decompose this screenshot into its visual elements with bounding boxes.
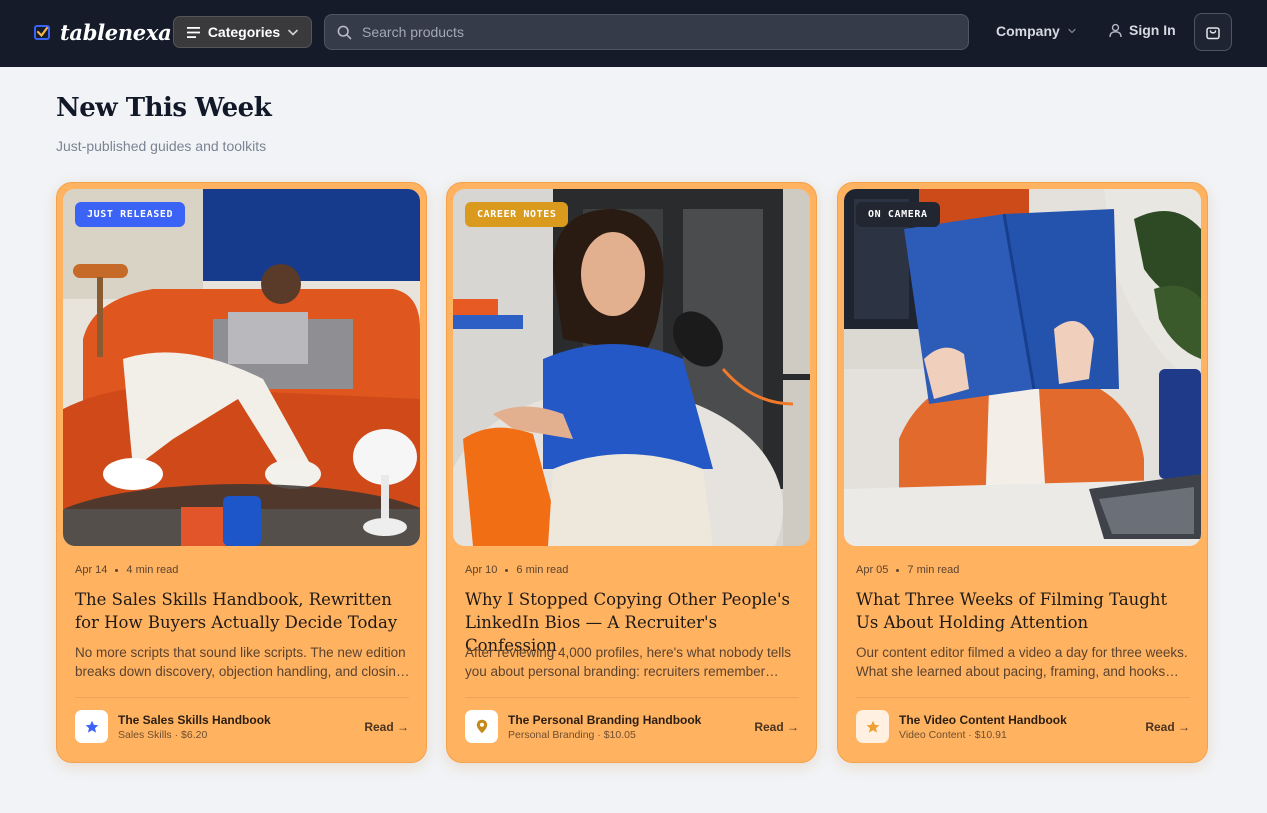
star-icon: [866, 720, 879, 733]
product-name[interactable]: The Personal Branding Handbook: [508, 713, 701, 727]
article-date: Apr 10: [465, 564, 498, 576]
menu-icon: [186, 26, 200, 38]
categories-label: Categories: [207, 24, 281, 40]
article-read-time: 4 min read: [126, 564, 179, 576]
article-excerpt: No more scripts that sound like scripts.…: [75, 643, 411, 681]
article-photo: ON CAMERA: [844, 189, 1201, 546]
article-card[interactable]: JUST RELEASED Apr 14 4 min read The Sale…: [56, 182, 427, 763]
article-excerpt: After reviewing 4,000 profiles, here's w…: [465, 643, 801, 681]
star-icon: [85, 720, 98, 733]
linked-product: The Video Content Handbook Video Content…: [856, 710, 1190, 743]
search-bar[interactable]: [324, 14, 969, 50]
map-pin-icon: [476, 719, 487, 734]
article-photo: JUST RELEASED: [63, 189, 420, 546]
read-link[interactable]: Read →: [364, 720, 409, 734]
article-read-time: 7 min read: [907, 564, 960, 576]
article-title[interactable]: What Three Weeks of Filming Taught Us Ab…: [856, 588, 1192, 634]
read-link[interactable]: Read →: [1145, 720, 1190, 734]
meta-separator: [505, 568, 509, 572]
article-image: [453, 189, 810, 546]
article-date: Apr 05: [856, 564, 889, 576]
categories-button[interactable]: Categories: [173, 16, 312, 48]
product-info: The Personal Branding Handbook Personal …: [508, 713, 701, 741]
article-meta: Apr 05 7 min read: [856, 564, 959, 576]
article-meta: Apr 10 6 min read: [465, 564, 568, 576]
article-image: [844, 189, 1201, 546]
article-photo: CAREER NOTES: [453, 189, 810, 546]
meta-separator: [115, 568, 119, 572]
chevron-down-icon: [1068, 28, 1076, 34]
brand-logo[interactable]: tablenexa: [34, 20, 172, 45]
article-image: [63, 189, 420, 546]
product-category-price: Personal Branding · $10.05: [508, 728, 636, 741]
sign-in-button[interactable]: Sign In: [1108, 22, 1176, 38]
product-info: The Video Content Handbook Video Content…: [899, 713, 1067, 741]
product-thumbnail[interactable]: [75, 710, 108, 743]
user-icon: [1109, 23, 1122, 37]
company-menu[interactable]: Company: [996, 23, 1076, 39]
article-title[interactable]: The Sales Skills Handbook, Rewritten for…: [75, 588, 411, 634]
meta-separator: [896, 568, 900, 572]
top-navigation-bar: tablenexa Categories Company Sign In: [0, 0, 1267, 67]
brand-name: tablenexa: [60, 20, 172, 45]
card-divider: [856, 697, 1190, 698]
article-excerpt-text: After reviewing 4,000 profiles, here's w…: [465, 645, 792, 679]
card-divider: [75, 697, 409, 698]
article-date: Apr 14: [75, 564, 108, 576]
section-title: New This Week: [56, 93, 272, 123]
card-divider: [465, 697, 799, 698]
article-excerpt-text: Our content editor filmed a video a day …: [856, 645, 1188, 679]
chevron-down-icon: [288, 29, 298, 36]
checkbox-logo-icon: [34, 24, 50, 40]
shopping-bag-icon: [1206, 27, 1220, 40]
section-subtitle: Just-published guides and toolkits: [56, 138, 267, 154]
product-name[interactable]: The Video Content Handbook: [899, 713, 1067, 727]
product-thumbnail[interactable]: [856, 710, 889, 743]
product-thumbnail[interactable]: [465, 710, 498, 743]
product-info: The Sales Skills Handbook Sales Skills ·…: [118, 713, 271, 741]
linked-product: The Sales Skills Handbook Sales Skills ·…: [75, 710, 409, 743]
article-meta: Apr 14 4 min read: [75, 564, 178, 576]
product-name[interactable]: The Sales Skills Handbook: [118, 713, 271, 727]
article-card[interactable]: ON CAMERA Apr 05 7 min read What Three W…: [837, 182, 1208, 763]
category-badge: ON CAMERA: [856, 202, 940, 227]
article-excerpt-text: No more scripts that sound like scripts.…: [75, 645, 406, 679]
product-category-price: Video Content · $10.91: [899, 728, 1007, 741]
read-link[interactable]: Read →: [754, 720, 799, 734]
sign-in-label: Sign In: [1129, 22, 1176, 38]
search-icon: [337, 25, 352, 39]
article-read-time: 6 min read: [516, 564, 569, 576]
product-category-price: Sales Skills · $6.20: [118, 728, 208, 741]
search-input[interactable]: [362, 24, 942, 40]
company-label: Company: [996, 23, 1060, 39]
category-badge: CAREER NOTES: [465, 202, 569, 227]
cart-button[interactable]: [1194, 13, 1232, 51]
category-badge: JUST RELEASED: [75, 202, 186, 227]
article-excerpt: Our content editor filmed a video a day …: [856, 643, 1192, 681]
article-card[interactable]: CAREER NOTES Apr 10 6 min read Why I Sto…: [446, 182, 817, 763]
linked-product: The Personal Branding Handbook Personal …: [465, 710, 799, 743]
